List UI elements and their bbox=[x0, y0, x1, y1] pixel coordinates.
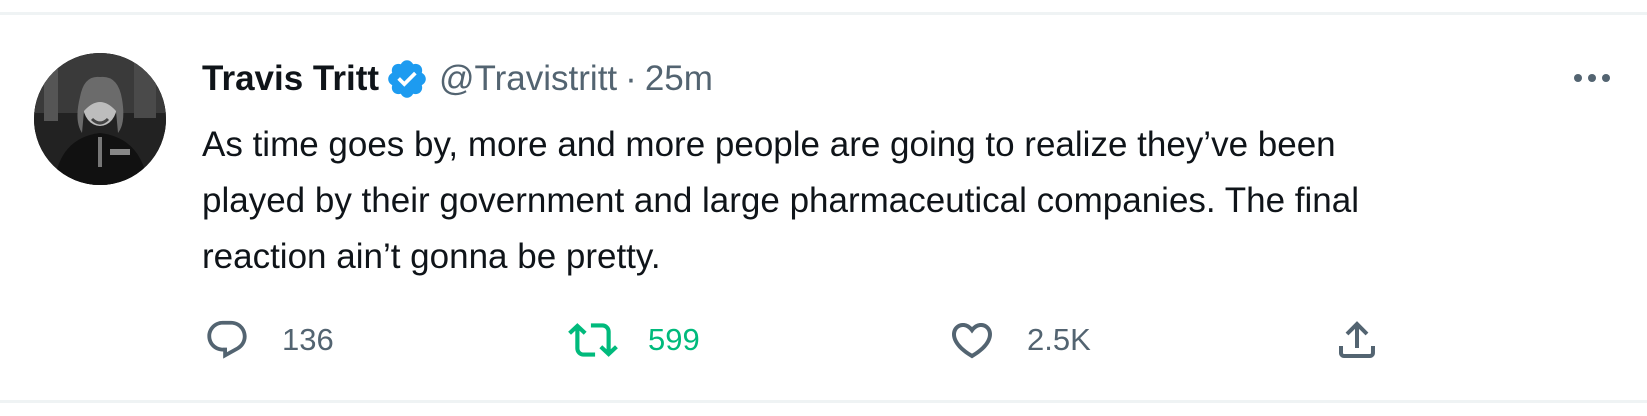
retweet-icon bbox=[568, 315, 618, 365]
reply-count: 136 bbox=[282, 322, 334, 357]
tweet-text-line: reaction ain’t gonna be pretty. bbox=[202, 237, 661, 276]
retweet-count: 599 bbox=[648, 322, 700, 357]
share-icon bbox=[1332, 315, 1382, 365]
header-separator: · bbox=[625, 59, 637, 98]
tweet-text-line: As time goes by, more and more people ar… bbox=[202, 125, 1336, 164]
timestamp[interactable]: 25m bbox=[645, 59, 713, 99]
author-handle[interactable]: @Travistritt bbox=[439, 59, 617, 99]
tweet-card[interactable]: Travis Tritt @Travistritt · 25m As time … bbox=[0, 15, 1647, 400]
like-button[interactable]: 2.5K bbox=[947, 310, 1091, 370]
tweet-text-line: played by their government and large pha… bbox=[202, 181, 1359, 220]
action-bar: 136 599 2.5K bbox=[202, 310, 1402, 370]
bottom-divider bbox=[0, 400, 1647, 403]
reply-button[interactable]: 136 bbox=[202, 310, 334, 370]
tweet-header: Travis Tritt @Travistritt · 25m bbox=[202, 55, 713, 103]
author-name[interactable]: Travis Tritt bbox=[202, 59, 379, 99]
retweet-button[interactable]: 599 bbox=[568, 310, 700, 370]
heart-icon bbox=[947, 315, 997, 365]
like-count: 2.5K bbox=[1027, 322, 1091, 357]
verified-badge-icon bbox=[385, 57, 429, 101]
avatar[interactable] bbox=[34, 53, 166, 185]
tweet-text: As time goes by, more and more people ar… bbox=[202, 117, 1602, 285]
more-dots-icon[interactable] bbox=[1568, 63, 1616, 93]
share-button[interactable] bbox=[1332, 310, 1382, 370]
reply-bubble-icon bbox=[202, 315, 252, 365]
